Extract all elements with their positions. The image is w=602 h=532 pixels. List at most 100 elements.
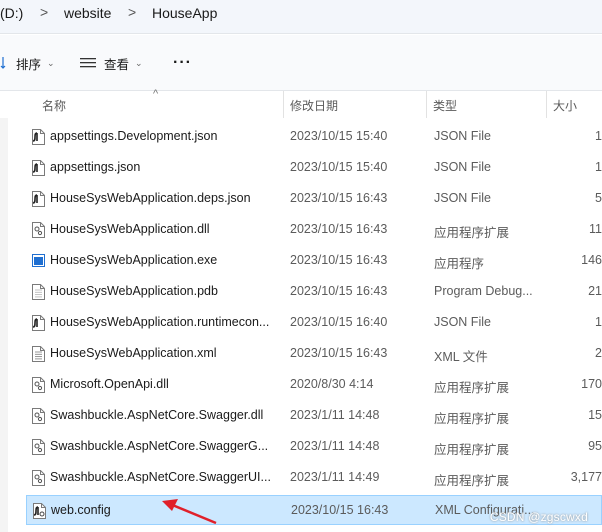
exe-file-icon — [32, 253, 45, 269]
more-options-button[interactable]: ··· — [173, 51, 192, 75]
file-size: 2 — [595, 346, 602, 360]
column-header-row: ^ 名称 修改日期 类型 大小 — [0, 88, 602, 118]
file-date: 2023/10/15 15:40 — [290, 129, 388, 143]
file-size: 3,177 — [570, 470, 602, 484]
breadcrumb-houseapp[interactable]: HouseApp — [152, 5, 217, 21]
file-name: HouseSysWebApplication.dll — [50, 222, 210, 236]
sort-icon — [0, 57, 6, 69]
sort-label: 排序 — [16, 57, 42, 72]
sort-button[interactable]: 排序 ⌄ — [0, 51, 55, 75]
json-file-icon — [32, 191, 45, 207]
column-divider[interactable] — [426, 91, 427, 118]
file-date: 2023/1/11 14:48 — [290, 408, 380, 422]
table-row[interactable]: Swashbuckle.AspNetCore.Swagger.dll 2023/… — [26, 401, 602, 431]
file-date: 2023/10/15 16:43 — [290, 284, 388, 298]
file-date: 2023/10/15 16:43 — [290, 191, 388, 205]
file-size: 95 — [588, 439, 602, 453]
file-date: 2023/10/15 16:43 — [290, 222, 388, 236]
table-row[interactable]: HouseSysWebApplication.exe 2023/10/15 16… — [26, 246, 602, 276]
column-divider[interactable] — [546, 91, 547, 118]
table-row[interactable]: HouseSysWebApplication.dll 2023/10/15 16… — [26, 215, 602, 245]
file-date: 2023/10/15 16:40 — [290, 315, 388, 329]
table-row[interactable]: Microsoft.OpenApi.dll 2020/8/30 4:14 应用程… — [26, 370, 602, 400]
file-name: Microsoft.OpenApi.dll — [50, 377, 169, 391]
file-name: Swashbuckle.AspNetCore.SwaggerG... — [50, 439, 269, 453]
file-size: 1 — [595, 129, 602, 143]
table-row[interactable]: Swashbuckle.AspNetCore.SwaggerUI... 2023… — [26, 463, 602, 493]
annotation-arrow-icon — [162, 499, 217, 525]
file-size: 146 — [581, 253, 602, 267]
file-type: JSON File — [434, 315, 491, 329]
file-name: appsettings.json — [50, 160, 141, 174]
xml-file-icon — [32, 346, 45, 362]
breadcrumb-drive[interactable]: (D:) — [0, 5, 23, 21]
table-row[interactable]: Swashbuckle.AspNetCore.SwaggerG... 2023/… — [26, 432, 602, 462]
table-row[interactable]: appsettings.Development.json 2023/10/15 … — [26, 122, 602, 152]
table-row[interactable]: HouseSysWebApplication.deps.json 2023/10… — [26, 184, 602, 214]
pdb-file-icon — [32, 284, 45, 300]
command-bar: 排序 ⌄ 查看 ⌄ ··· — [0, 35, 602, 91]
breadcrumb-website[interactable]: website — [64, 5, 111, 21]
table-row[interactable]: HouseSysWebApplication.pdb 2023/10/15 16… — [26, 277, 602, 307]
dll-file-icon — [32, 408, 45, 424]
column-header-date[interactable]: 修改日期 — [290, 97, 338, 114]
file-type: JSON File — [434, 129, 491, 143]
dll-file-icon — [32, 470, 45, 486]
file-type: Program Debug... — [434, 284, 533, 298]
dll-file-icon — [32, 377, 45, 393]
file-date: 2023/1/11 14:49 — [290, 470, 380, 484]
column-header-name[interactable]: 名称 — [42, 97, 66, 114]
file-name: appsettings.Development.json — [50, 129, 218, 143]
column-header-size[interactable]: 大小 — [553, 97, 577, 114]
json-file-icon — [32, 129, 45, 145]
file-type: JSON File — [434, 191, 491, 205]
file-type: 应用程序扩展 — [434, 412, 510, 426]
file-size: 5 — [595, 191, 602, 205]
file-type: 应用程序扩展 — [434, 474, 510, 488]
column-header-type[interactable]: 类型 — [433, 97, 457, 114]
file-name: HouseSysWebApplication.runtimecon... — [50, 315, 270, 329]
watermark: CSDN @zgscwxd — [489, 510, 588, 524]
view-button[interactable]: 查看 ⌄ — [80, 51, 143, 75]
table-row[interactable]: HouseSysWebApplication.runtimecon... 202… — [26, 308, 602, 338]
column-divider[interactable] — [283, 91, 284, 118]
file-name: HouseSysWebApplication.exe — [50, 253, 218, 267]
dll-file-icon — [32, 439, 45, 455]
chevron-right-icon[interactable]: > — [40, 4, 48, 20]
view-label: 查看 — [104, 57, 130, 72]
file-size: 1 — [595, 160, 602, 174]
chevron-down-icon: ⌄ — [47, 57, 55, 68]
file-date: 2020/8/30 4:14 — [290, 377, 374, 391]
file-date: 2023/1/11 14:48 — [290, 439, 380, 453]
chevron-down-icon: ⌄ — [135, 57, 143, 68]
view-list-icon — [80, 58, 96, 68]
json-file-icon — [32, 315, 45, 331]
file-date: 2023/10/15 16:43 — [290, 346, 388, 360]
file-name: HouseSysWebApplication.deps.json — [50, 191, 251, 205]
file-size: 170 — [581, 377, 602, 391]
file-name: Swashbuckle.AspNetCore.SwaggerUI... — [50, 470, 271, 484]
left-scroll-strip — [0, 91, 8, 532]
file-date: 2023/10/15 15:40 — [290, 160, 388, 174]
sort-ascending-icon: ^ — [153, 88, 159, 100]
table-row[interactable]: HouseSysWebApplication.xml 2023/10/15 16… — [26, 339, 602, 369]
file-name: HouseSysWebApplication.xml — [50, 346, 217, 360]
file-size: 11 — [589, 222, 602, 236]
file-type: 应用程序扩展 — [434, 226, 510, 240]
file-type: 应用程序 — [434, 257, 485, 271]
file-type: JSON File — [434, 160, 491, 174]
file-date: 2023/10/15 16:43 — [290, 253, 388, 267]
file-size: 1 — [595, 315, 602, 329]
table-row[interactable]: appsettings.json 2023/10/15 15:40 JSON F… — [26, 153, 602, 183]
address-bar[interactable]: (D:) > website > HouseApp — [0, 0, 602, 34]
file-name: Swashbuckle.AspNetCore.Swagger.dll — [50, 408, 264, 422]
file-name: HouseSysWebApplication.pdb — [50, 284, 218, 298]
dll-file-icon — [32, 222, 45, 238]
file-type: 应用程序扩展 — [434, 443, 510, 457]
file-type: XML 文件 — [434, 350, 488, 364]
chevron-right-icon[interactable]: > — [128, 4, 136, 20]
file-size: 15 — [588, 408, 602, 422]
json-file-icon — [32, 160, 45, 176]
config-file-icon — [33, 503, 46, 519]
file-size: 21 — [588, 284, 602, 298]
